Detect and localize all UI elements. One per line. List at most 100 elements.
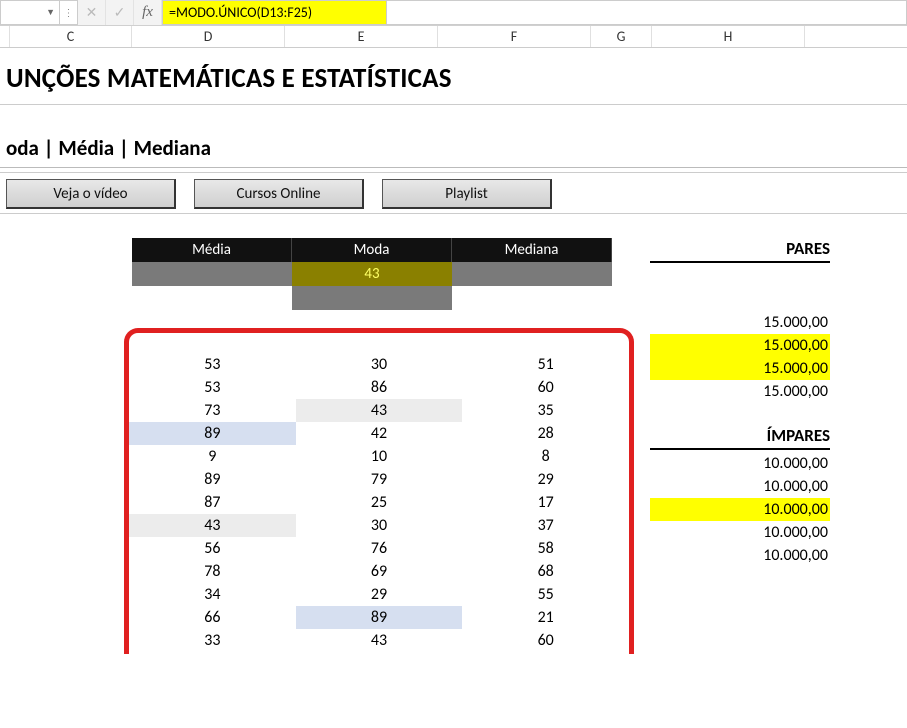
name-box[interactable]: ▼ bbox=[0, 0, 60, 25]
cell-d[interactable]: 53 bbox=[129, 353, 296, 376]
impares-value[interactable]: 10.000,00 bbox=[650, 498, 830, 521]
pares-value[interactable]: 15.000,00 bbox=[650, 357, 830, 380]
cell-e[interactable]: 69 bbox=[296, 560, 463, 583]
cell-d[interactable]: 89 bbox=[129, 422, 296, 445]
page-subtitle: oda | Média | Mediana bbox=[0, 135, 907, 167]
data-row: 734335 bbox=[129, 399, 629, 422]
data-box: 5330515386607343358942289108897929872517… bbox=[124, 328, 634, 654]
fx-icon[interactable]: fx bbox=[134, 0, 162, 25]
cell-e[interactable]: 42 bbox=[296, 422, 463, 445]
column-header-f[interactable]: F bbox=[438, 26, 591, 47]
video-button[interactable]: Veja o vídeo bbox=[6, 179, 176, 209]
content-area: Média Moda Mediana 43 533051538660734335… bbox=[0, 238, 907, 654]
cursos-button[interactable]: Cursos Online bbox=[194, 179, 364, 209]
data-row: 894228 bbox=[129, 422, 629, 445]
cell-d[interactable]: 66 bbox=[129, 606, 296, 629]
data-row: 668921 bbox=[129, 606, 629, 629]
cell-e[interactable]: 43 bbox=[296, 399, 463, 422]
summary-header-media: Média bbox=[132, 238, 292, 262]
data-row: 872517 bbox=[129, 491, 629, 514]
formula-input[interactable]: =MODO.ÚNICO(D13:F25) bbox=[162, 0, 387, 25]
sheet-body: UNÇÕES MATEMÁTICAS E ESTATÍSTICAS oda | … bbox=[0, 48, 907, 654]
summary-mediana-value[interactable] bbox=[452, 262, 612, 286]
cell-f[interactable]: 60 bbox=[462, 376, 629, 399]
impares-value[interactable]: 10.000,00 bbox=[650, 521, 830, 544]
formula-input-extra[interactable] bbox=[387, 0, 907, 25]
cell-e[interactable]: 30 bbox=[296, 353, 463, 376]
cell-f[interactable]: 35 bbox=[462, 399, 629, 422]
data-row: 897929 bbox=[129, 468, 629, 491]
cell-f[interactable]: 68 bbox=[462, 560, 629, 583]
cell-e[interactable]: 43 bbox=[296, 629, 463, 652]
data-row: 533051 bbox=[129, 353, 629, 376]
column-header-c[interactable]: C bbox=[10, 26, 132, 47]
cell-f[interactable]: 55 bbox=[462, 583, 629, 606]
cell-e[interactable]: 29 bbox=[296, 583, 463, 606]
data-row: 538660 bbox=[129, 376, 629, 399]
cell-e[interactable]: 86 bbox=[296, 376, 463, 399]
cell-d[interactable]: 73 bbox=[129, 399, 296, 422]
cell-d[interactable]: 34 bbox=[129, 583, 296, 606]
data-row: 9108 bbox=[129, 445, 629, 468]
cell-d[interactable]: 53 bbox=[129, 376, 296, 399]
playlist-button[interactable]: Playlist bbox=[382, 179, 552, 209]
confirm-formula-icon: ✓ bbox=[106, 0, 134, 25]
cell-e[interactable]: 76 bbox=[296, 537, 463, 560]
cell-e[interactable]: 30 bbox=[296, 514, 463, 537]
cell-f[interactable]: 21 bbox=[462, 606, 629, 629]
divider bbox=[0, 167, 907, 168]
cell-f[interactable]: 8 bbox=[462, 445, 629, 468]
summary-header-mediana: Mediana bbox=[452, 238, 612, 262]
cell-f[interactable]: 28 bbox=[462, 422, 629, 445]
cell-f[interactable]: 60 bbox=[462, 629, 629, 652]
cell-f[interactable]: 58 bbox=[462, 537, 629, 560]
cell-e[interactable]: 79 bbox=[296, 468, 463, 491]
pares-value[interactable]: 15.000,00 bbox=[650, 334, 830, 357]
summary-table: Média Moda Mediana 43 bbox=[132, 238, 612, 310]
formula-bar: ▼ ⋮ ✕ ✓ fx =MODO.ÚNICO(D13:F25) bbox=[0, 0, 907, 26]
cell-d[interactable]: 87 bbox=[129, 491, 296, 514]
cell-d[interactable]: 33 bbox=[129, 629, 296, 652]
data-row: 567658 bbox=[129, 537, 629, 560]
expand-formula-icon[interactable]: ⋮ bbox=[60, 0, 78, 25]
pares-value[interactable]: 15.000,00 bbox=[650, 380, 830, 403]
cell-d[interactable]: 78 bbox=[129, 560, 296, 583]
cell-d[interactable]: 56 bbox=[129, 537, 296, 560]
column-header-g[interactable]: G bbox=[591, 26, 652, 47]
pares-value[interactable]: 15.000,00 bbox=[650, 311, 830, 334]
cell-f[interactable]: 37 bbox=[462, 514, 629, 537]
column-header-d[interactable]: D bbox=[132, 26, 285, 47]
summary-moda-value[interactable]: 43 bbox=[292, 262, 452, 286]
summary-header-moda: Moda bbox=[292, 238, 452, 262]
data-row: 334360 bbox=[129, 629, 629, 652]
cell-d[interactable]: 9 bbox=[129, 445, 296, 468]
cell-e[interactable]: 89 bbox=[296, 606, 463, 629]
pares-header: PARES bbox=[650, 238, 830, 263]
cell-e[interactable]: 25 bbox=[296, 491, 463, 514]
impares-value[interactable]: 10.000,00 bbox=[650, 544, 830, 567]
column-header-e[interactable]: E bbox=[285, 26, 438, 47]
column-headers: C D E F G H bbox=[0, 26, 907, 48]
cell-d[interactable]: 43 bbox=[129, 514, 296, 537]
cancel-formula-icon: ✕ bbox=[78, 0, 106, 25]
name-box-dropdown-icon[interactable]: ▼ bbox=[46, 7, 55, 18]
impares-header: ÍMPARES bbox=[650, 425, 830, 450]
cell-e[interactable]: 10 bbox=[296, 445, 463, 468]
column-header-h[interactable]: H bbox=[652, 26, 805, 47]
summary-pad-mid bbox=[292, 286, 452, 310]
impares-value[interactable]: 10.000,00 bbox=[650, 475, 830, 498]
column-header-blank bbox=[0, 26, 10, 47]
summary-media-value[interactable] bbox=[132, 262, 292, 286]
summary-pad-right bbox=[452, 286, 612, 310]
page-title: UNÇÕES MATEMÁTICAS E ESTATÍSTICAS bbox=[0, 48, 907, 97]
cell-f[interactable]: 29 bbox=[462, 468, 629, 491]
right-column: PARES 15.000,0015.000,0015.000,0015.000,… bbox=[650, 238, 830, 567]
spacer bbox=[650, 265, 830, 311]
cell-f[interactable]: 51 bbox=[462, 353, 629, 376]
impares-value[interactable]: 10.000,00 bbox=[650, 452, 830, 475]
button-row: Veja o vídeo Cursos Online Playlist bbox=[0, 172, 907, 214]
cell-f[interactable]: 17 bbox=[462, 491, 629, 514]
data-row: 433037 bbox=[129, 514, 629, 537]
formula-text: =MODO.ÚNICO(D13:F25) bbox=[169, 4, 312, 21]
cell-d[interactable]: 89 bbox=[129, 468, 296, 491]
